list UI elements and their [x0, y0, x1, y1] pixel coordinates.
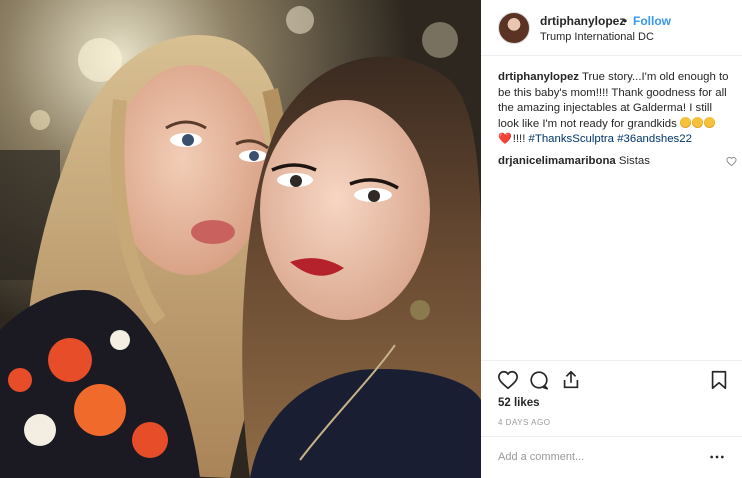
add-comment-input[interactable] [498, 447, 698, 467]
like-comment-heart-icon[interactable] [726, 156, 737, 167]
share-icon[interactable] [560, 369, 582, 391]
add-comment-bar [481, 436, 742, 478]
kissing-face-emoji-icon [680, 116, 691, 128]
instagram-post: drtiphanylopez • Follow Trump Internatio… [0, 0, 742, 478]
caption-exclaim: !!!! [512, 133, 529, 146]
likes-count[interactable]: 52 likes [498, 397, 540, 409]
comments-section: drtiphanylopez True story...I'm old enou… [498, 70, 737, 170]
kissing-face-emoji-icon [692, 116, 703, 128]
caption: drtiphanylopez True story...I'm old enou… [498, 70, 730, 148]
heart-icon[interactable] [497, 369, 519, 391]
bookmark-icon[interactable] [708, 369, 730, 391]
profile-avatar[interactable] [498, 12, 530, 44]
post-photo[interactable] [0, 0, 481, 478]
comment-text: Sistas [618, 154, 650, 167]
red-heart-emoji-icon: ❤️ [498, 133, 512, 146]
post-header: drtiphanylopez • Follow Trump Internatio… [481, 0, 742, 56]
photo-illustration [0, 0, 481, 478]
hashtag-link[interactable]: #36andshes22 [617, 133, 692, 145]
post-details-panel: drtiphanylopez • Follow Trump Internatio… [481, 0, 742, 478]
comment-icon[interactable] [528, 369, 550, 391]
caption-username[interactable]: drtiphanylopez [498, 71, 579, 83]
more-options-icon[interactable] [709, 449, 725, 465]
comment-username[interactable]: drjanicelimamaribona [498, 155, 616, 167]
post-actions: 52 likes 4 DAYS AGO [481, 360, 742, 436]
hashtag-link[interactable]: #ThanksSculptra [529, 133, 614, 145]
kissing-face-emoji-icon [704, 116, 715, 128]
header-separator: • [623, 14, 628, 28]
location-link[interactable]: Trump International DC [540, 31, 654, 43]
follow-button[interactable]: Follow [633, 14, 671, 28]
post-timestamp[interactable]: 4 DAYS AGO [498, 418, 550, 427]
comment-item: drjanicelimamaribona Sistas [498, 154, 737, 170]
header-username[interactable]: drtiphanylopez [540, 14, 625, 28]
